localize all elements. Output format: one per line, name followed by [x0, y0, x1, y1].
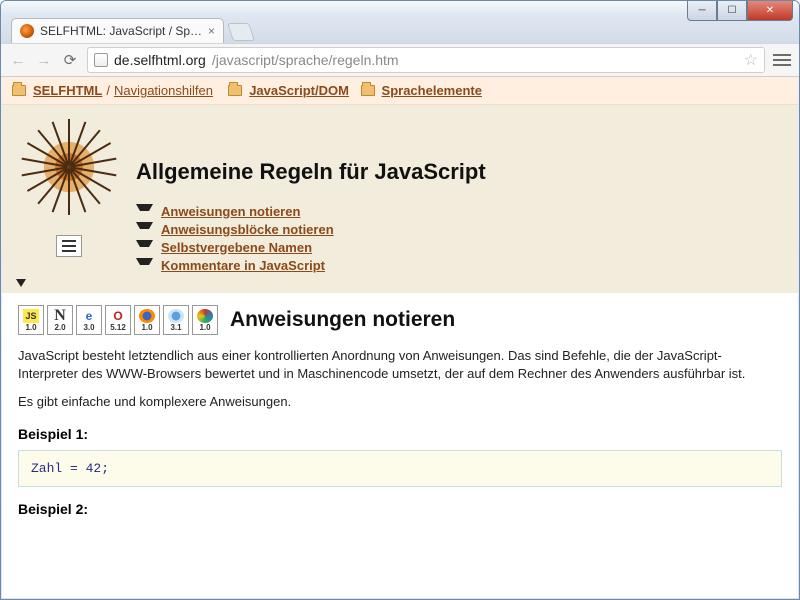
page-header: Allgemeine Regeln für JavaScript Anweisu…	[2, 105, 798, 293]
scroll-down-icon[interactable]	[16, 279, 26, 287]
browser-menu-button[interactable]	[773, 54, 791, 66]
breadcrumb-root[interactable]: SELFHTML	[33, 83, 102, 98]
breadcrumb-navhelp[interactable]: Navigationshilfen	[114, 83, 213, 98]
badge-js: JS1.0	[18, 305, 44, 335]
folder-icon	[12, 85, 26, 96]
anchor-link[interactable]: Kommentare in JavaScript	[161, 258, 325, 273]
new-tab-button[interactable]	[227, 23, 255, 41]
tab-close-icon[interactable]: ×	[208, 24, 215, 38]
window-minimize-button[interactable]: ─	[687, 1, 717, 21]
breadcrumb-l2[interactable]: JavaScript/DOM	[249, 83, 349, 98]
badge-firefox: 1.0	[134, 305, 160, 335]
browser-tab[interactable]: SELFHTML: JavaScript / Sp… ×	[11, 18, 224, 43]
folder-icon	[228, 85, 242, 96]
anchor-link[interactable]: Selbstvergebene Namen	[161, 240, 312, 255]
section-title: Anweisungen notieren	[230, 308, 455, 332]
page-viewport[interactable]: SELFHTML/Navigationshilfen JavaScript/DO…	[2, 77, 798, 598]
section-paragraph: JavaScript besteht letztendlich aus eine…	[18, 347, 778, 383]
forward-button[interactable]: →	[35, 51, 53, 69]
badge-opera: O5.12	[105, 305, 131, 335]
address-bar[interactable]: de.selfhtml.org/javascript/sprache/regel…	[87, 47, 765, 73]
folder-icon	[361, 85, 375, 96]
anchor-link[interactable]: Anweisungen notieren	[161, 204, 300, 219]
url-path: /javascript/sprache/regeln.htm	[212, 52, 399, 68]
badge-netscape: N2.0	[47, 305, 73, 335]
breadcrumb-l3[interactable]: Sprachelemente	[382, 83, 482, 98]
section-paragraph: Es gibt einfache und komplexere Anweisun…	[18, 393, 778, 411]
url-host: de.selfhtml.org	[114, 52, 206, 68]
browser-compat-badges: JS1.0 N2.0 e3.0 O5.12 1.0 3.1 1.0	[18, 305, 218, 335]
example-label: Beispiel 1:	[18, 426, 782, 442]
window-maximize-button[interactable]: ☐	[717, 1, 747, 21]
site-info-icon[interactable]	[94, 53, 108, 67]
example-label: Beispiel 2:	[18, 501, 782, 517]
browser-toolbar: ← → ⟳ de.selfhtml.org/javascript/sprache…	[1, 43, 799, 77]
badge-konqueror: 3.1	[163, 305, 189, 335]
back-button[interactable]: ←	[9, 51, 27, 69]
section-anweisungen: JS1.0 N2.0 e3.0 O5.12 1.0 3.1 1.0 Anweis…	[2, 293, 798, 555]
toc-toggle-button[interactable]	[56, 235, 82, 257]
code-block: Zahl = 42;	[18, 450, 782, 487]
page-title: Allgemeine Regeln für JavaScript	[136, 159, 486, 185]
selfhtml-logo	[19, 117, 119, 217]
bookmark-star-icon[interactable]: ☆	[744, 50, 758, 70]
anchor-link[interactable]: Anweisungsblöcke notieren	[161, 222, 334, 237]
tab-title: SELFHTML: JavaScript / Sp…	[40, 24, 202, 38]
badge-safari: 1.0	[192, 305, 218, 335]
anchor-list: Anweisungen notieren Anweisungsblöcke no…	[136, 203, 486, 273]
reload-button[interactable]: ⟳	[61, 51, 79, 69]
breadcrumb: SELFHTML/Navigationshilfen JavaScript/DO…	[2, 77, 798, 105]
tab-strip: SELFHTML: JavaScript / Sp… ×	[1, 15, 799, 43]
window-close-button[interactable]: ✕	[747, 1, 793, 21]
window-titlebar: ─ ☐ ✕	[1, 1, 799, 15]
badge-ie: e3.0	[76, 305, 102, 335]
favicon-icon	[20, 24, 34, 38]
browser-window: ─ ☐ ✕ SELFHTML: JavaScript / Sp… × ← → ⟳…	[0, 0, 800, 600]
